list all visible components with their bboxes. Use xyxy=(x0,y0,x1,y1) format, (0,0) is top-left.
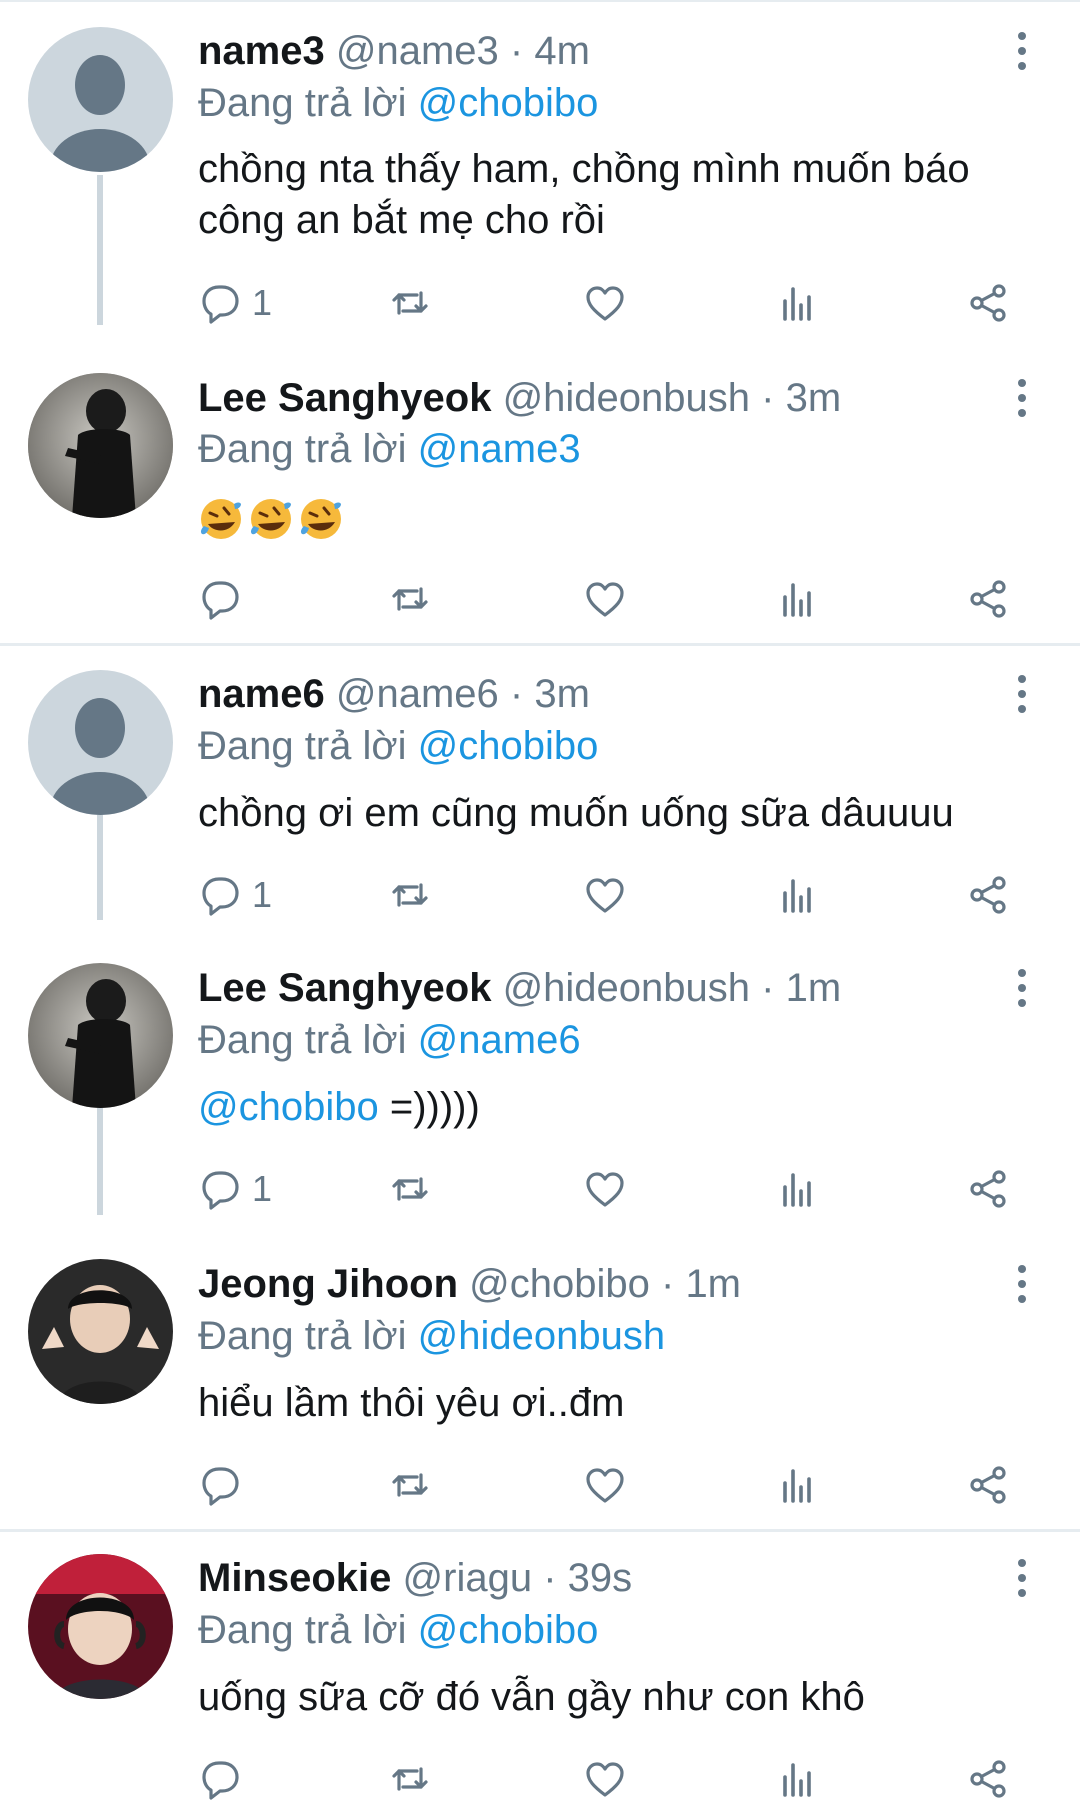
reply-icon xyxy=(202,1761,239,1800)
reply-tweet[interactable]: Minseokie @riagu · 39s Đang trả lời @cho… xyxy=(0,0,1080,1818)
user-avatar[interactable] xyxy=(28,1554,173,1699)
tweet-text: uống sữa cỡ đó vẫn gầy như con khô xyxy=(198,1675,865,1719)
user-handle[interactable]: @riagu xyxy=(403,1556,533,1600)
separator-dot: · xyxy=(543,1556,557,1600)
more-options-icon[interactable] xyxy=(1010,1552,1034,1604)
retweet-button[interactable] xyxy=(388,1751,432,1807)
tweet-header: Minseokie @riagu · 39s xyxy=(198,1552,632,1604)
heart-icon xyxy=(586,1762,624,1797)
like-button[interactable] xyxy=(583,1751,627,1807)
stats-icon xyxy=(783,1763,811,1797)
timestamp[interactable]: 39s xyxy=(568,1556,633,1600)
display-name[interactable]: Minseokie xyxy=(198,1556,391,1600)
replying-to: Đang trả lời @chobibo xyxy=(198,1604,598,1656)
reply-mention[interactable]: @chobibo xyxy=(418,1608,599,1652)
share-button[interactable] xyxy=(966,1751,1010,1807)
replying-label: Đang trả lời xyxy=(198,1608,407,1652)
retweet-icon xyxy=(392,1767,428,1791)
reply-button[interactable] xyxy=(198,1751,242,1807)
action-bar xyxy=(198,1751,1028,1807)
analytics-button[interactable] xyxy=(776,1751,820,1807)
share-icon xyxy=(970,1760,1006,1798)
reply-feed: name3 @name3 · 4m Đang trả lời @chobibo … xyxy=(0,0,1080,1818)
